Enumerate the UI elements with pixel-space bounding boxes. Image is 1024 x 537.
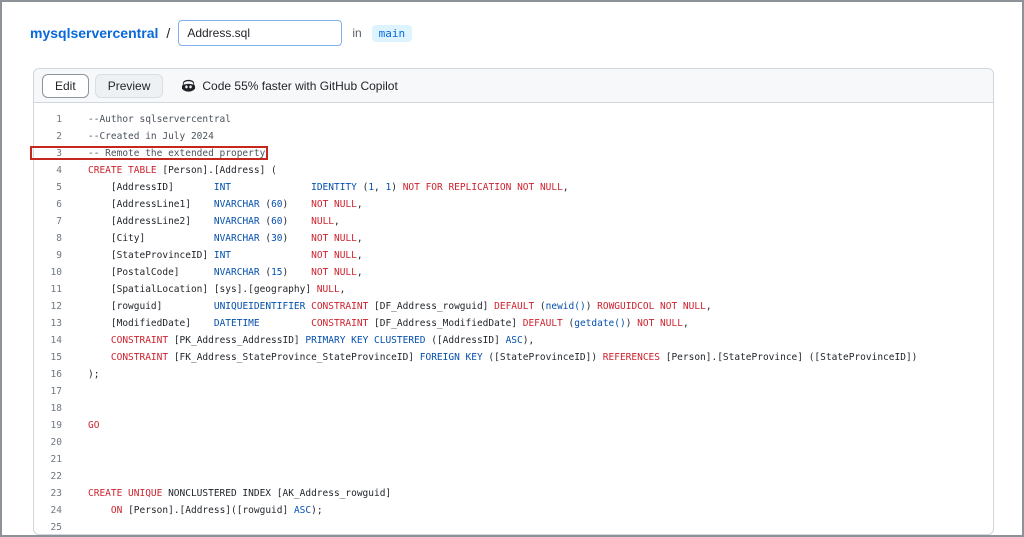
- line-number: 7: [34, 213, 62, 230]
- line-number: 8: [34, 230, 62, 247]
- repo-link[interactable]: mysqlservercentral: [30, 25, 158, 41]
- tab-preview[interactable]: Preview: [95, 74, 164, 98]
- code-line[interactable]: 9 [StateProvinceID] INT NOT NULL,: [34, 247, 993, 264]
- line-number: 11: [34, 281, 62, 298]
- code-line[interactable]: 12 [rowguid] UNIQUEIDENTIFIER CONSTRAINT…: [34, 298, 993, 315]
- code-line[interactable]: 13 [ModifiedDate] DATETIME CONSTRAINT [D…: [34, 315, 993, 332]
- code-line[interactable]: 25: [34, 519, 993, 536]
- line-number: 6: [34, 196, 62, 213]
- line-number: 14: [34, 332, 62, 349]
- code-line[interactable]: 14 CONSTRAINT [PK_Address_AddressID] PRI…: [34, 332, 993, 349]
- code-line[interactable]: 21: [34, 451, 993, 468]
- code-editor[interactable]: 1 --Author sqlservercentral 2 --Created in …: [34, 103, 993, 536]
- code-line[interactable]: 15 CONSTRAINT [FK_Address_StateProvince_…: [34, 349, 993, 366]
- editor-toolbar: Edit Preview Code 55% faster with GitHub…: [34, 69, 993, 103]
- code-line[interactable]: 22: [34, 468, 993, 485]
- code-text: [AddressID] INT IDENTITY (1, 1) NOT FOR …: [88, 179, 569, 196]
- line-number: 5: [34, 179, 62, 196]
- code-line[interactable]: 2 --Created in July 2024: [34, 128, 993, 145]
- copilot-icon: [181, 78, 196, 93]
- code-text: [rowguid] UNIQUEIDENTIFIER CONSTRAINT [D…: [88, 298, 712, 315]
- branch-badge[interactable]: main: [372, 25, 413, 42]
- line-number: 17: [34, 383, 62, 400]
- line-number: 23: [34, 485, 62, 502]
- code-line[interactable]: 7 [AddressLine2] NVARCHAR (60) NULL,: [34, 213, 993, 230]
- code-text: [PostalCode] NVARCHAR (15) NOT NULL,: [88, 264, 363, 281]
- code-line[interactable]: 10 [PostalCode] NVARCHAR (15) NOT NULL,: [34, 264, 993, 281]
- line-number: 12: [34, 298, 62, 315]
- breadcrumb-separator: /: [164, 25, 172, 41]
- code-text: --Author sqlservercentral: [88, 111, 231, 128]
- line-number: 2: [34, 128, 62, 145]
- code-text: GO: [88, 417, 99, 434]
- code-line[interactable]: 4 CREATE TABLE [Person].[Address] (: [34, 162, 993, 179]
- code-text: -- Remote the extended property: [88, 145, 265, 162]
- code-line[interactable]: 6 [AddressLine1] NVARCHAR (60) NOT NULL,: [34, 196, 993, 213]
- breadcrumb: mysqlservercentral / in main: [0, 0, 1024, 46]
- code-text: [City] NVARCHAR (30) NOT NULL,: [88, 230, 363, 247]
- code-line[interactable]: 1 --Author sqlservercentral: [34, 111, 993, 128]
- code-text: [SpatialLocation] [sys].[geography] NULL…: [88, 281, 345, 298]
- line-number: 3: [34, 145, 62, 162]
- code-text: --Created in July 2024: [88, 128, 214, 145]
- line-number: 10: [34, 264, 62, 281]
- code-text: CONSTRAINT [PK_Address_AddressID] PRIMAR…: [88, 332, 534, 349]
- code-line[interactable]: 23 CREATE UNIQUE NONCLUSTERED INDEX [AK_A…: [34, 485, 993, 502]
- code-text: CREATE UNIQUE NONCLUSTERED INDEX [AK_Add…: [88, 485, 391, 502]
- tab-edit[interactable]: Edit: [42, 74, 89, 98]
- code-text: CREATE TABLE [Person].[Address] (: [88, 162, 277, 179]
- line-number: 20: [34, 434, 62, 451]
- code-line[interactable]: 8 [City] NVARCHAR (30) NOT NULL,: [34, 230, 993, 247]
- copilot-promo[interactable]: Code 55% faster with GitHub Copilot: [181, 78, 397, 93]
- code-line[interactable]: 16);: [34, 366, 993, 383]
- line-number: 25: [34, 519, 62, 536]
- file-editor-card: Edit Preview Code 55% faster with GitHub…: [33, 68, 994, 535]
- line-number: 18: [34, 400, 62, 417]
- code-line[interactable]: 20: [34, 434, 993, 451]
- line-number: 16: [34, 366, 62, 383]
- code-text: [AddressLine1] NVARCHAR (60) NOT NULL,: [88, 196, 363, 213]
- code-line[interactable]: 11 [SpatialLocation] [sys].[geography] N…: [34, 281, 993, 298]
- line-number: 9: [34, 247, 62, 264]
- code-text: ON [Person].[Address]([rowguid] ASC);: [88, 502, 323, 519]
- code-text: );: [88, 366, 99, 383]
- code-line[interactable]: 19 GO: [34, 417, 993, 434]
- code-line[interactable]: 17: [34, 383, 993, 400]
- in-label: in: [352, 26, 361, 40]
- code-text: [ModifiedDate] DATETIME CONSTRAINT [DF_A…: [88, 315, 689, 332]
- line-number: 4: [34, 162, 62, 179]
- filename-input[interactable]: [178, 20, 342, 46]
- line-number: 13: [34, 315, 62, 332]
- code-line[interactable]: 18: [34, 400, 993, 417]
- code-line[interactable]: 3 -- Remote the extended property: [34, 145, 993, 162]
- code-line[interactable]: 5 [AddressID] INT IDENTITY (1, 1) NOT FO…: [34, 179, 993, 196]
- line-number: 21: [34, 451, 62, 468]
- line-number: 15: [34, 349, 62, 366]
- code-text: CONSTRAINT [FK_Address_StateProvince_Sta…: [88, 349, 917, 366]
- line-number: 19: [34, 417, 62, 434]
- line-number: 24: [34, 502, 62, 519]
- code-line[interactable]: 24 ON [Person].[Address]([rowguid] ASC);: [34, 502, 993, 519]
- line-number: 22: [34, 468, 62, 485]
- line-number: 1: [34, 111, 62, 128]
- code-text: [StateProvinceID] INT NOT NULL,: [88, 247, 363, 264]
- code-text: [AddressLine2] NVARCHAR (60) NULL,: [88, 213, 340, 230]
- copilot-text: Code 55% faster with GitHub Copilot: [202, 79, 397, 93]
